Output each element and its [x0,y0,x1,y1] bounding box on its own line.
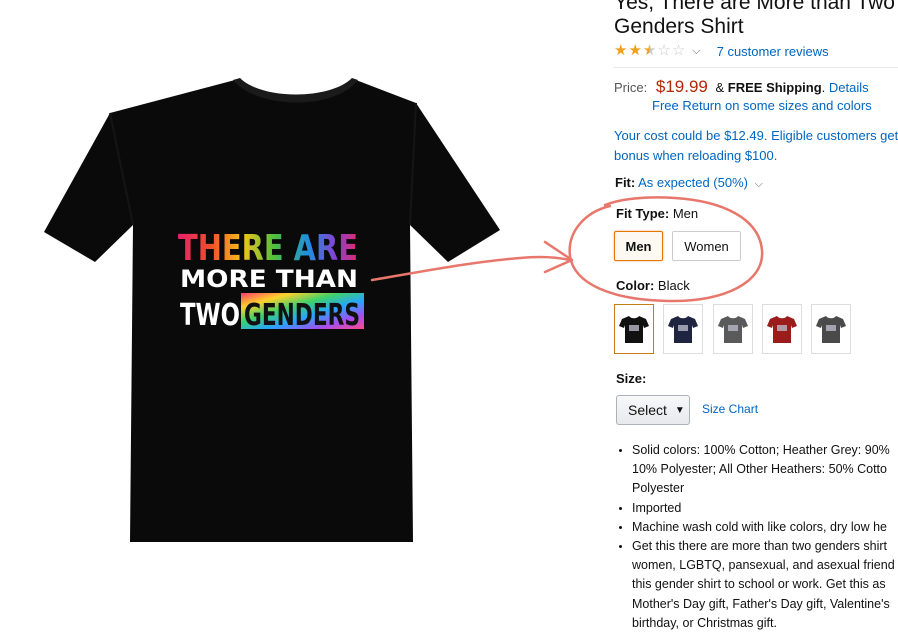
fit-value-link[interactable]: As expected (50%) [638,175,748,190]
print-line-1: THERE ARE [178,228,358,269]
price-label: Price: [614,80,648,95]
size-chart-link[interactable]: Size Chart [702,402,758,416]
color-value: Black [657,278,690,293]
chevron-down-icon[interactable]: ⌵ [692,45,700,58]
details-link[interactable]: Details [829,80,869,95]
feature-bullet-line: Solid colors: 100% Cotton; Heather Grey:… [632,443,890,457]
bullet-list: Solid colors: 100% Cotton; Heather Grey:… [618,441,898,633]
fit-type-men-button[interactable]: Men [614,231,663,261]
feature-bullet: Get this there are more than two genders… [632,537,898,633]
size-label: Size: [616,371,646,386]
color-swatch[interactable] [713,304,753,354]
color-swatch[interactable] [614,304,654,354]
customer-reviews-link[interactable]: 7 customer reviews [717,44,829,59]
feature-bullet-line: Mother's Day gift, Father's Day gift, Va… [632,596,890,611]
size-label-text: Size: [616,371,647,386]
rating-row: ★ ★ ★ ☆ ☆ ⌵ 7 customer reviews [614,43,829,59]
feature-bullet-line: this gender shirt to school or work. Get… [632,577,886,592]
cost-line-2: bonus when reloading $100. [614,148,778,163]
product-title-line-2: Genders Shirt [614,15,744,38]
period-text: . [821,80,826,95]
star-full-icon: ★ [628,42,642,59]
color-label: Color: [616,278,655,293]
product-title-line-1: Yes, There are More than Two [614,0,895,14]
tshirt-icon [619,316,649,343]
feature-bullet-line: 10% Polyester; All Other Heathers: 50% C… [632,462,887,477]
tshirt-icon [767,316,797,343]
feature-bullet-line: birthday, or Christmas gift. [632,615,777,630]
color-swatch[interactable] [663,304,703,354]
amp-text: & [715,80,725,95]
free-return-link[interactable]: Free Return on some sizes and colors [652,98,872,113]
star-empty-icon: ☆ [657,42,671,59]
cost-promo[interactable]: Your cost could be $12.49. Eligible cust… [614,126,898,166]
fit-type-row: Fit Type: Men [616,206,698,221]
cost-line-1: Your cost could be $12.49. Eligible cust… [614,128,898,143]
chevron-down-icon: ▼ [674,404,685,416]
feature-bullet: Machine wash cold with like colors, dry … [632,518,898,537]
price-row: Price: $19.99 & FREE Shipping. Details [614,77,869,97]
fit-row: Fit: As expected (50%) ⌵ [615,175,763,191]
size-select[interactable]: Select ▼ [616,395,690,425]
chevron-down-icon[interactable]: ⌵ [755,178,763,190]
feature-bullet-line: Machine wash cold with like colors, dry … [632,519,887,534]
print-line-3a: TWO [180,298,240,333]
feature-bullet: Imported [632,499,898,518]
tshirt-icon [718,316,748,343]
feature-bullets: Solid colors: 100% Cotton; Heather Grey:… [618,441,898,633]
print-line-3b: GENDERS [244,298,360,333]
color-swatch[interactable] [762,304,802,354]
color-swatch[interactable] [811,304,851,354]
feature-bullet-line: Imported [632,500,682,515]
star-rating[interactable]: ★ ★ ★ ☆ ☆ [614,43,686,59]
feature-bullet-line: Get this there are more than two genders… [632,539,887,554]
fit-type-label: Fit Type: [616,206,670,221]
fit-type-value: Men [672,206,699,221]
divider [614,67,898,68]
tshirt-icon [816,316,846,343]
star-half-icon: ★ [642,42,657,59]
price-value: $19.99 [655,77,708,96]
star-full-icon: ★ [614,42,628,59]
feature-bullet: Solid colors: 100% Cotton; Heather Grey:… [632,441,898,499]
print-line-2: MORE THAN [180,265,358,293]
fit-type-women-button[interactable]: Women [672,231,741,261]
tshirt-icon [668,316,698,343]
size-select-label: Select [628,402,667,418]
color-row: Color: Black [616,278,690,293]
feature-bullet-line: Polyester [632,481,685,496]
free-shipping-text: FREE Shipping [727,80,822,95]
fit-label: Fit: [615,175,636,190]
feature-bullet-line: women, LGBTQ, pansexual, and asexual fri… [632,558,895,573]
star-empty-icon: ☆ [671,42,686,59]
product-image: THERE ARE MORE THAN TWO GENDERS [44,78,500,542]
